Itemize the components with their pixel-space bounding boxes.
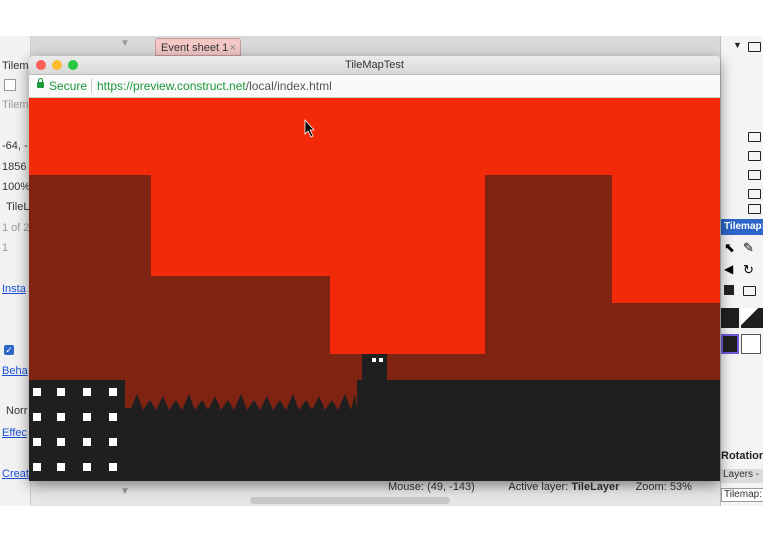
prop-opacity[interactable]: 100%	[2, 181, 30, 193]
tilemap-panel-tab[interactable]: Tilemap: T	[721, 219, 763, 235]
behaviors-link[interactable]: Beha	[2, 365, 28, 377]
active-layer-value: TileLayer	[571, 481, 620, 493]
visible-checkbox[interactable]: ✓	[4, 345, 14, 355]
rotate-tool-icon[interactable]: ↻	[743, 262, 754, 278]
window-title: TileMapTest	[345, 59, 404, 71]
scroll-down-icon[interactable]: ▼	[120, 38, 130, 49]
folder-icon[interactable]	[748, 132, 761, 142]
zoom-label: Zoom:	[635, 481, 667, 493]
folder-icon[interactable]	[748, 151, 761, 161]
prop-instance-count: 1 of 2	[2, 222, 30, 234]
active-layer-label: Active layer:	[508, 481, 569, 493]
tile-swatch-selected[interactable]	[721, 334, 739, 354]
tile-swatch[interactable]	[741, 334, 761, 354]
game-canvas[interactable]	[29, 98, 720, 481]
tile-swatch[interactable]	[721, 308, 739, 328]
preview-window: TileMapTest Secure https://preview.const…	[29, 56, 720, 481]
prop-value: 1	[2, 242, 9, 254]
url-main: https://preview.construct.net	[97, 79, 246, 93]
window-titlebar[interactable]: TileMapTest	[29, 56, 720, 75]
project-panel: ▼ Tilemap: T ⬉ ✎ ◀ ↻ Rotation Layers - T…	[720, 36, 763, 506]
prop-plugin: Tilem	[2, 99, 29, 111]
tab-event-sheet[interactable]: Event sheet 1 ×	[155, 38, 241, 56]
open-folder-icon[interactable]	[743, 286, 756, 296]
folder-icon[interactable]	[748, 189, 761, 199]
flip-tool-icon[interactable]: ◀	[724, 262, 733, 276]
scroll-down-icon[interactable]: ▼	[120, 486, 130, 497]
zoom-value: 53%	[669, 481, 692, 493]
rotation-label: Rotation	[721, 450, 763, 462]
prop-blend-mode[interactable]: Norr	[6, 405, 27, 417]
save-icon[interactable]	[724, 285, 734, 295]
tab-strip	[30, 36, 720, 56]
instance-variables-link[interactable]: Insta	[2, 283, 26, 295]
secure-label: Secure	[49, 79, 88, 93]
prop-name: Tilem	[2, 60, 29, 72]
mouse-label: Mouse:	[388, 481, 425, 493]
lock-icon	[37, 78, 44, 88]
folder-icon[interactable]	[748, 42, 761, 52]
prop-size[interactable]: 1856	[2, 161, 26, 173]
mouse-value: (49, -143)	[427, 481, 475, 493]
horizontal-scrollbar[interactable]	[250, 497, 450, 504]
player-character	[362, 354, 387, 380]
prop-checkbox[interactable]	[4, 79, 16, 91]
folder-icon[interactable]	[748, 170, 761, 180]
properties-panel: Tilem Tilem -64, - 1856 100% TileL 1 of …	[0, 36, 31, 506]
url-path: /local/index.html	[245, 79, 332, 93]
expand-arrow-icon[interactable]: ▼	[733, 40, 742, 50]
url-text[interactable]: https://preview.construct.net/local/inde…	[97, 75, 332, 97]
tilemap-bottom-tab[interactable]: Tilemap:	[721, 488, 763, 502]
pointer-tool-icon[interactable]: ⬉	[724, 240, 735, 256]
folder-icon[interactable]	[748, 204, 761, 214]
prop-layer[interactable]: TileL	[6, 201, 29, 213]
tile-swatch[interactable]	[741, 308, 763, 328]
address-bar[interactable]: Secure https://preview.construct.net/loc…	[29, 75, 720, 98]
close-tab-icon[interactable]: ×	[230, 39, 236, 57]
tab-event-sheet-label: Event sheet 1	[161, 42, 229, 54]
create-link[interactable]: Creat	[2, 468, 29, 480]
prop-position[interactable]: -64, -	[2, 140, 28, 152]
layers-panel-tab[interactable]: Layers -	[721, 469, 763, 483]
pencil-tool-icon[interactable]: ✎	[743, 240, 754, 256]
address-separator	[91, 79, 92, 93]
building	[29, 380, 125, 481]
effects-link[interactable]: Effec	[2, 427, 27, 439]
